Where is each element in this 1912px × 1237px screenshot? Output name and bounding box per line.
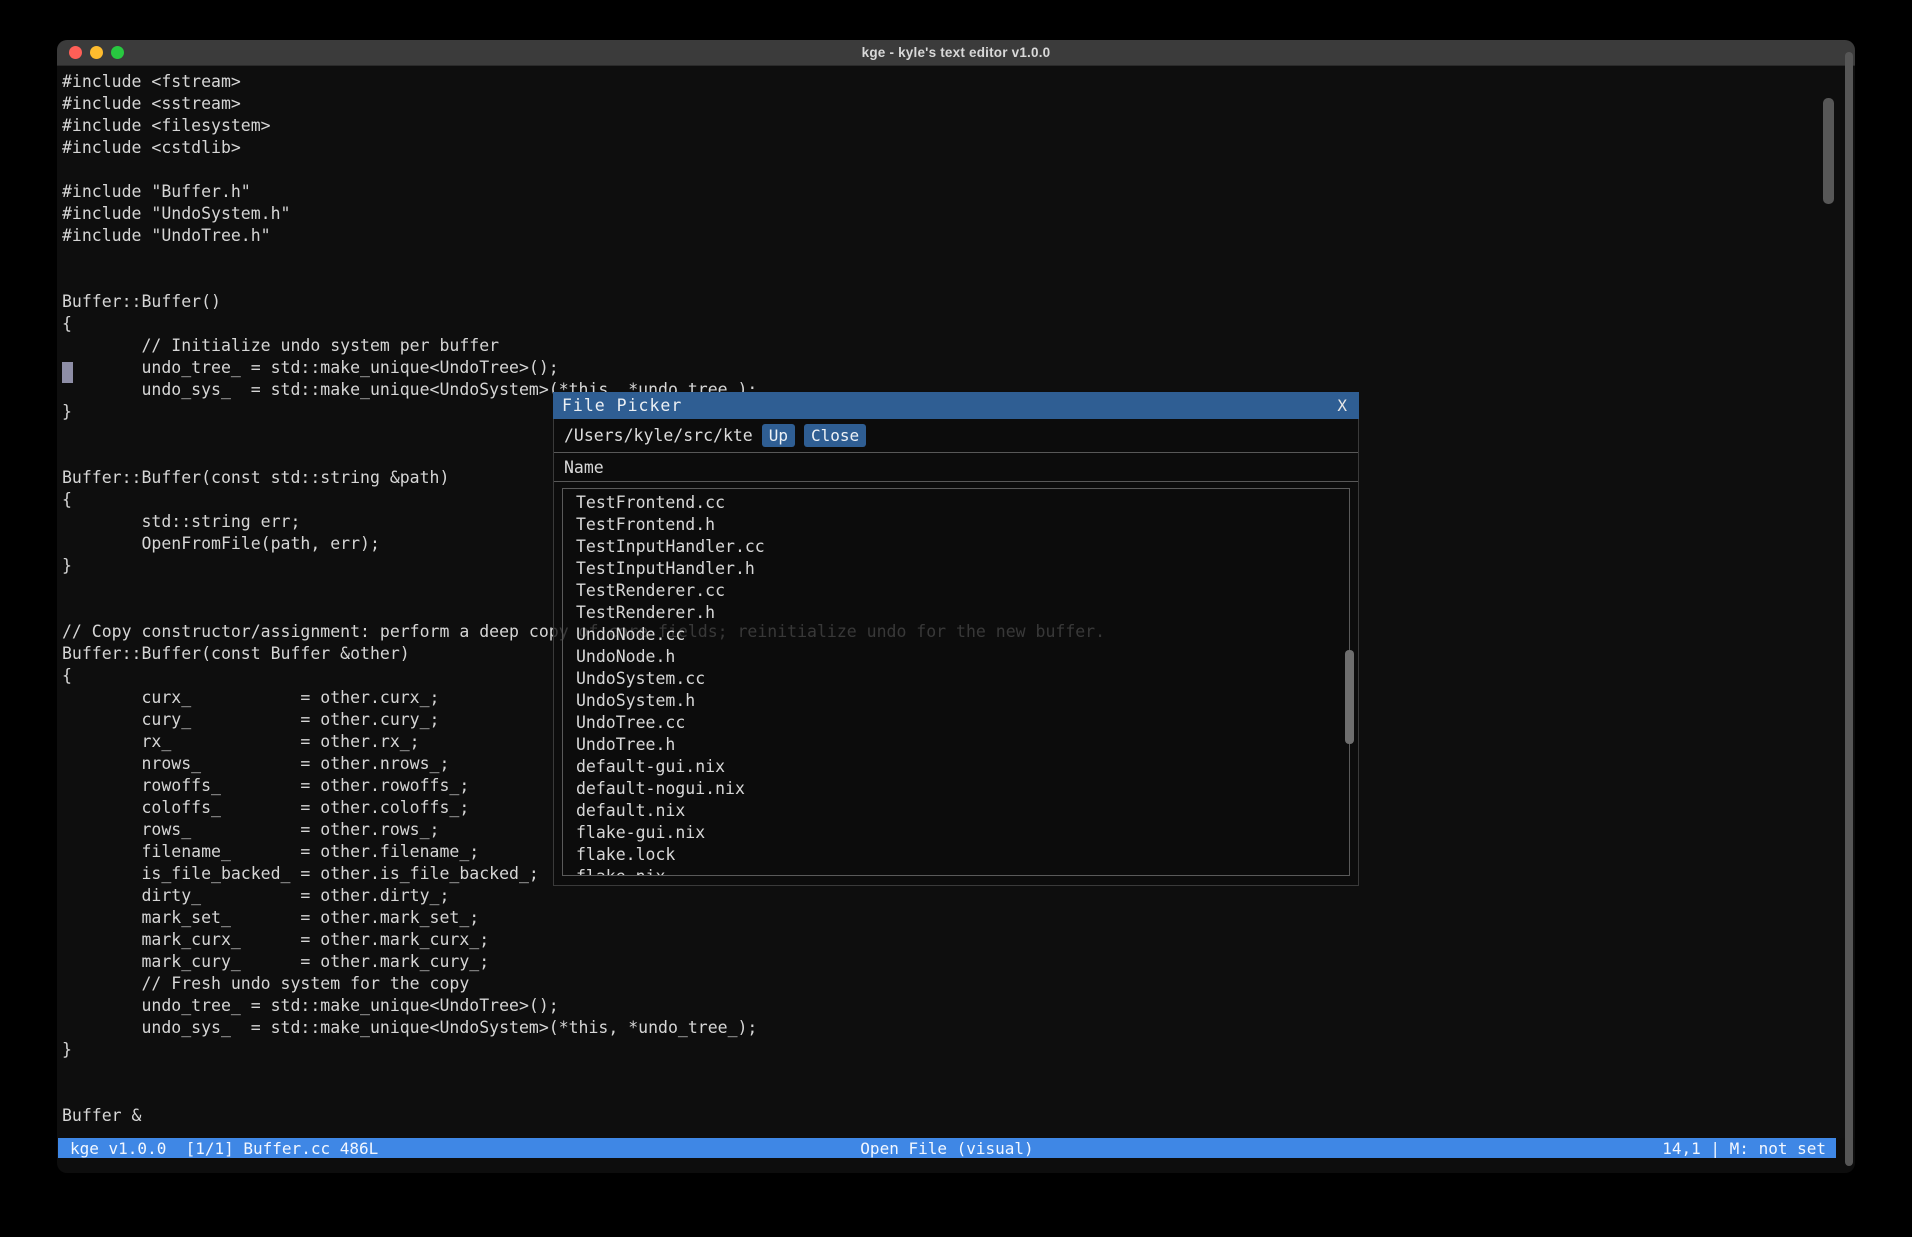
status-mode: Open File (visual) xyxy=(58,1139,1836,1158)
file-picker-titlebar[interactable]: File Picker X xyxy=(553,392,1359,419)
file-list-item[interactable]: UndoSystem.h xyxy=(563,690,1349,712)
window-right-scrollbar[interactable] xyxy=(1845,52,1853,1166)
file-list-item[interactable]: TestInputHandler.h xyxy=(563,558,1349,580)
close-button[interactable]: Close xyxy=(804,424,866,447)
dialog-close-icon[interactable]: X xyxy=(1337,396,1347,415)
separator xyxy=(554,481,1358,482)
file-picker-title: File Picker xyxy=(562,396,682,415)
editor-area[interactable]: #include <fstream> #include <sstream> #i… xyxy=(57,66,1855,1138)
file-list-item[interactable]: flake.nix xyxy=(563,866,1349,876)
status-cursor-pos: 14,1 | M: not set xyxy=(1662,1139,1826,1158)
file-list-item[interactable]: default.nix xyxy=(563,800,1349,822)
file-list[interactable]: TestFrontend.ccTestFrontend.hTestInputHa… xyxy=(562,488,1350,876)
file-list-item[interactable]: UndoNode.cc xyxy=(563,624,1349,646)
window-titlebar: kge - kyle's text editor v1.0.0 xyxy=(57,40,1855,66)
file-list-item[interactable]: TestInputHandler.cc xyxy=(563,536,1349,558)
name-column-header: Name xyxy=(564,458,604,477)
current-path: /Users/kyle/src/kte xyxy=(564,426,753,445)
app-window: kge - kyle's text editor v1.0.0 #include… xyxy=(57,40,1855,1173)
file-list-item[interactable]: UndoSystem.cc xyxy=(563,668,1349,690)
file-list-item[interactable]: flake-gui.nix xyxy=(563,822,1349,844)
file-picker-path-row: /Users/kyle/src/kte Up Close xyxy=(554,419,1358,452)
file-list-item[interactable]: TestRenderer.h xyxy=(563,602,1349,624)
window-title: kge - kyle's text editor v1.0.0 xyxy=(57,45,1855,60)
file-list-item[interactable]: UndoTree.h xyxy=(563,734,1349,756)
up-button[interactable]: Up xyxy=(762,424,795,447)
file-list-item[interactable]: flake.lock xyxy=(563,844,1349,866)
status-bar: kge v1.0.0 [1/1] Buffer.cc 486L Open Fil… xyxy=(58,1138,1836,1158)
file-list-item[interactable]: TestFrontend.h xyxy=(563,514,1349,536)
file-list-item[interactable]: UndoNode.h xyxy=(563,646,1349,668)
file-list-item[interactable]: default-nogui.nix xyxy=(563,778,1349,800)
editor-scrollbar-thumb[interactable] xyxy=(1823,98,1834,204)
column-header-row: Name xyxy=(554,453,1358,481)
file-list-item[interactable]: UndoTree.cc xyxy=(563,712,1349,734)
file-list-item[interactable]: TestRenderer.cc xyxy=(563,580,1349,602)
file-list-item[interactable]: TestFrontend.cc xyxy=(563,492,1349,514)
file-list-item[interactable]: default-gui.nix xyxy=(563,756,1349,778)
file-list-scrollbar-thumb[interactable] xyxy=(1345,650,1354,744)
file-picker-dialog: File Picker X /Users/kyle/src/kte Up Clo… xyxy=(553,392,1359,886)
